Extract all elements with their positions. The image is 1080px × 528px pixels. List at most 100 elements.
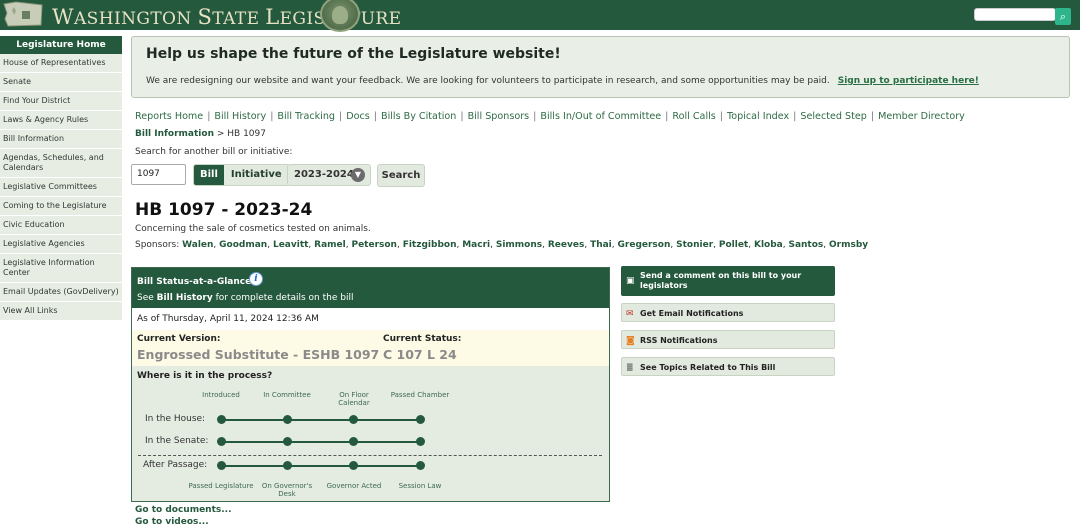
sponsor-link[interactable]: Leavitt [273,240,308,250]
sidebar-item-legislature-home[interactable]: Legislature Home [0,36,122,54]
stage-governor-desk: On Governor's Desk [261,482,313,498]
sponsor-link[interactable]: Stonier [676,240,713,250]
nav-bill-history[interactable]: Bill History [214,111,266,122]
nav-selected-step[interactable]: Selected Step [800,111,866,122]
sidebar-item-house[interactable]: House of Representatives [0,54,122,73]
related-topics-button[interactable]: ≣ See Topics Related to This Bill [621,357,835,376]
toggle-initiative[interactable]: Initiative [223,165,289,185]
breadcrumb-current: > HB 1097 [216,129,266,139]
row-after-passage: After Passage: [143,460,208,470]
banner-signup-link[interactable]: Sign up to participate here! [838,76,979,86]
senate-track [221,441,421,443]
comment-icon: ▣ [626,276,635,286]
version-box: Current Version: Engrossed Substitute - … [132,330,609,366]
nav-bills-in-out-of-committee[interactable]: Bills In/Out of Committee [540,111,661,122]
stage-on-floor: On Floor Calendar [338,391,370,407]
after-track [221,465,421,467]
nav-topical-index[interactable]: Topical Index [727,111,789,122]
current-version-label: Current Version: [137,334,221,344]
rss-notifications-label: RSS Notifications [640,336,718,345]
sponsor-link[interactable]: Ormsby [829,240,868,250]
sponsor-link[interactable]: Simmons [496,240,542,250]
sidebar-item-coming[interactable]: Coming to the Legislature [0,197,122,216]
house-dot-floor [349,415,358,424]
sponsor-link[interactable]: Macri [462,240,490,250]
bill-history-link[interactable]: Bill History [157,293,213,303]
search-icon[interactable]: ⌕ [1055,8,1071,25]
sidebar-item-bill-information[interactable]: Bill Information [0,130,122,149]
sidebar-item-senate[interactable]: Senate [0,73,122,92]
banner-body: We are redesigning our website and want … [146,76,830,86]
stage-governor-acted: Governor Acted [326,482,382,490]
sponsor-link[interactable]: Reeves [548,240,584,250]
nav-roll-calls[interactable]: Roll Calls [672,111,715,122]
search-label: Search for another bill or initiative: [135,147,293,157]
sponsor-link[interactable]: Goodman [219,240,267,250]
nav-bill-tracking[interactable]: Bill Tracking [277,111,335,122]
stage-passed-chamber: Passed Chamber [390,391,450,399]
nav-separator: | [207,111,211,122]
send-comment-button[interactable]: ▣ Send a comment on this bill to your le… [621,266,835,296]
toggle-bill[interactable]: Bill [194,165,224,185]
sponsor-link[interactable]: Ramel [314,240,346,250]
bill-number-input[interactable]: 1097 [131,164,186,185]
sponsor-link[interactable]: Walen [182,240,213,250]
documents-link[interactable]: Go to documents... [135,504,232,516]
sponsors-label: Sponsors: [135,240,180,250]
status-sub-prefix: See [137,293,154,303]
search-button[interactable]: Search [377,164,425,187]
nav-member-directory[interactable]: Member Directory [878,111,965,122]
nav-separator: | [719,111,724,122]
session-select[interactable]: 2023-2024 ▼ [287,164,371,186]
nav-separator: | [460,111,464,122]
nav-bill-sponsors[interactable]: Bill Sponsors [468,111,530,122]
nav-docs[interactable]: Docs [346,111,370,122]
nav-reports-home[interactable]: Reports Home [135,111,203,122]
sidebar-item-committees[interactable]: Legislative Committees [0,178,122,197]
sidebar-item-agendas[interactable]: Agendas, Schedules, and Calendars [0,149,122,178]
sidebar-item-info-center[interactable]: Legislative Information Center [0,254,122,283]
videos-link[interactable]: Go to videos... [135,516,232,528]
nav-separator: | [665,111,669,122]
sidebar-item-email-updates[interactable]: Email Updates (GovDelivery) [0,283,122,302]
sponsor-link[interactable]: Pollet [719,240,748,250]
report-nav: Reports Home | Bill History | Bill Tracking |… [135,111,965,122]
process-label: Where is it in the process? [137,371,273,381]
rss-icon: ◙ [626,336,635,346]
rss-notifications-button[interactable]: ◙ RSS Notifications [621,330,835,349]
house-dot-passed [416,415,425,424]
sidebar-item-laws-rules[interactable]: Laws & Agency Rules [0,111,122,130]
nav-separator: | [339,111,343,122]
current-status-value: C 107 L 24 [383,347,457,362]
sponsor-link[interactable]: Thai [590,240,612,250]
sponsors: Sponsors: Walen, Goodman, Leavitt, Ramel… [135,240,869,250]
info-icon[interactable]: i [249,272,263,286]
sponsor-link[interactable]: Gregerson [618,240,671,250]
stage-session-law: Session Law [398,482,442,490]
sponsor-link[interactable]: Santos [788,240,823,250]
sponsor-link[interactable]: Fitzgibbon [403,240,457,250]
status-header: Bill Status-at-a-Glance i See Bill Histo… [132,268,609,308]
sidebar-item-civic-education[interactable]: Civic Education [0,216,122,235]
site-search-input[interactable] [974,8,1056,21]
sidebar-item-view-all[interactable]: View All Links [0,302,122,321]
sidebar-item-agencies[interactable]: Legislative Agencies [0,235,122,254]
bill-description: Concerning the sale of cosmetics tested … [135,224,371,234]
status-title: Bill Status-at-a-Glance [137,277,252,287]
sponsor-link[interactable]: Kloba [754,240,783,250]
sponsor-link[interactable]: Peterson [351,240,397,250]
washington-map-icon[interactable] [2,1,44,28]
nav-bills-by-citation[interactable]: Bills By Citation [381,111,456,122]
nav-separator: | [793,111,797,122]
row-house: In the House: [145,414,206,424]
email-notifications-label: Get Email Notifications [640,309,744,318]
banner-title: Help us shape the future of the Legislat… [146,46,561,62]
senate-dot-passed [416,437,425,446]
current-status-label: Current Status: [383,334,462,344]
breadcrumb-bill-information[interactable]: Bill Information [135,129,214,139]
house-track [221,419,421,421]
row-senate: In the Senate: [145,436,209,446]
current-version-value[interactable]: Engrossed Substitute - ESHB 1097 [137,347,379,362]
sidebar-item-find-district[interactable]: Find Your District [0,92,122,111]
email-notifications-button[interactable]: ✉ Get Email Notifications [621,303,835,322]
